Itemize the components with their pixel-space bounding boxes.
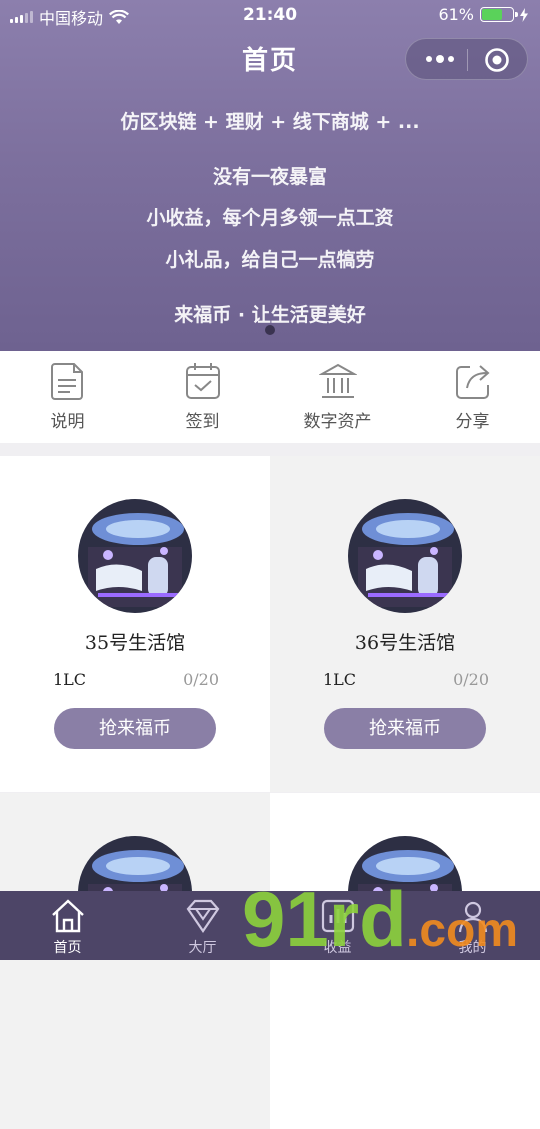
hero-banner: 中国移动 21:40 61% 首页 仿区块链 + 理财 + 线下商城 + ...… [0,0,540,351]
mini-program-capsule [405,38,528,80]
store-name: 35号生活馆 [84,632,186,654]
user-icon [458,901,487,933]
banner-line: 没有一夜暴富 [212,166,327,188]
store-count: 0/20 [453,670,489,689]
capsule-divider [467,49,468,71]
quick-menu: 说明 签到 数字资产 分享 [0,351,540,443]
share-icon [455,365,490,399]
calendar-check-icon [185,363,220,399]
tab-label: 收益 [323,940,352,956]
tab-bar: 首页 大厅 收益 我的 [0,891,540,960]
store-card[interactable]: 36号生活馆 1LC 0/20 抢来福币 [270,456,540,792]
store-card[interactable] [0,793,270,1129]
banner-line: 小收益，每个月多领一点工资 [146,207,394,229]
more-dots-icon[interactable] [420,48,460,70]
store-count: 0/20 [183,670,219,689]
store-card[interactable]: 35号生活馆 1LC 0/20 抢来福币 [0,456,270,792]
document-icon [50,363,83,400]
menu-label: 签到 [185,412,220,432]
store-card[interactable] [270,793,540,1129]
status-bar: 中国移动 21:40 61% [0,0,540,30]
tab-label: 首页 [53,940,82,956]
store-price: 1LC [53,670,87,689]
menu-item-share[interactable]: 分享 [405,361,540,432]
tab-mine[interactable]: 我的 [405,897,540,957]
tab-hall[interactable]: 大厅 [135,897,270,957]
grab-coin-button[interactable]: 抢来福币 [54,708,216,749]
grab-coin-button[interactable]: 抢来福币 [324,708,486,749]
home-icon [51,899,84,933]
tab-home[interactable]: 首页 [0,897,135,957]
bank-icon [318,363,357,398]
tab-label: 大厅 [188,940,217,956]
tab-label: 我的 [458,940,487,956]
banner-line: 来福币 · 让生活更美好 [174,304,366,326]
chart-icon [321,899,354,933]
battery-percent: 61% [438,5,474,24]
store-photo [78,499,192,613]
store-name: 36号生活馆 [354,632,456,654]
charging-bolt-icon [520,7,528,22]
menu-item-instructions[interactable]: 说明 [0,361,135,432]
store-price: 1LC [323,670,357,689]
menu-item-checkin[interactable]: 签到 [135,361,270,432]
diamond-icon [186,899,219,933]
store-photo [348,499,462,613]
menu-label: 数字资产 [303,412,372,432]
close-target-icon[interactable] [484,47,510,73]
menu-label: 分享 [455,412,490,432]
menu-item-digital-assets[interactable]: 数字资产 [270,361,405,432]
battery-icon [480,7,518,22]
carousel-dot[interactable] [265,325,275,335]
tab-income[interactable]: 收益 [270,897,405,957]
banner-line: 小礼品，给自己一点犒劳 [165,249,375,271]
banner-line: 仿区块链 + 理财 + 线下商城 + ... [120,111,420,133]
menu-label: 说明 [50,412,85,432]
